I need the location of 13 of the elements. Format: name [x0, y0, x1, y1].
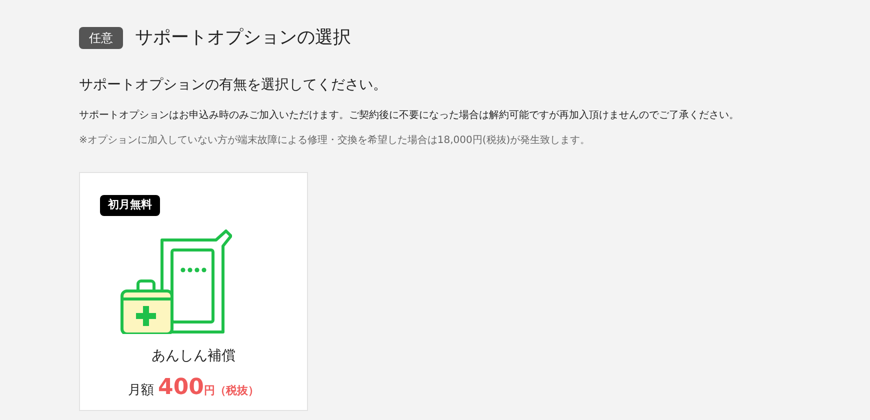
tax-note: （税抜）: [214, 382, 259, 398]
price-value: 400: [158, 376, 204, 398]
option-card[interactable]: 初月無料 あんしん補償 月額 400円（税抜）: [79, 172, 308, 411]
optional-badge: 任意: [79, 26, 123, 48]
free-tag: 初月無料: [100, 195, 160, 216]
note-text: サポートオプションはお申込み時のみご加入いただけます。ご契約後に不要になった場合は解約可能ですが再加入頂けませんのでご了承ください。: [79, 108, 740, 123]
option-name: あんしん補償: [152, 346, 236, 366]
note-text: ※オプションに加入していない方が端末故障による修理・交換を希望した場合は18,000円(税抜)が発生致します。: [79, 134, 592, 148]
section-title: サポートオプションの選択: [135, 26, 351, 50]
first-aid-kit-and-phone-icon: [120, 228, 232, 334]
price-label: 月額: [128, 382, 154, 400]
instruction-text: サポートオプションの有無を選択してください。: [79, 76, 388, 95]
price-unit: 円: [204, 382, 215, 398]
